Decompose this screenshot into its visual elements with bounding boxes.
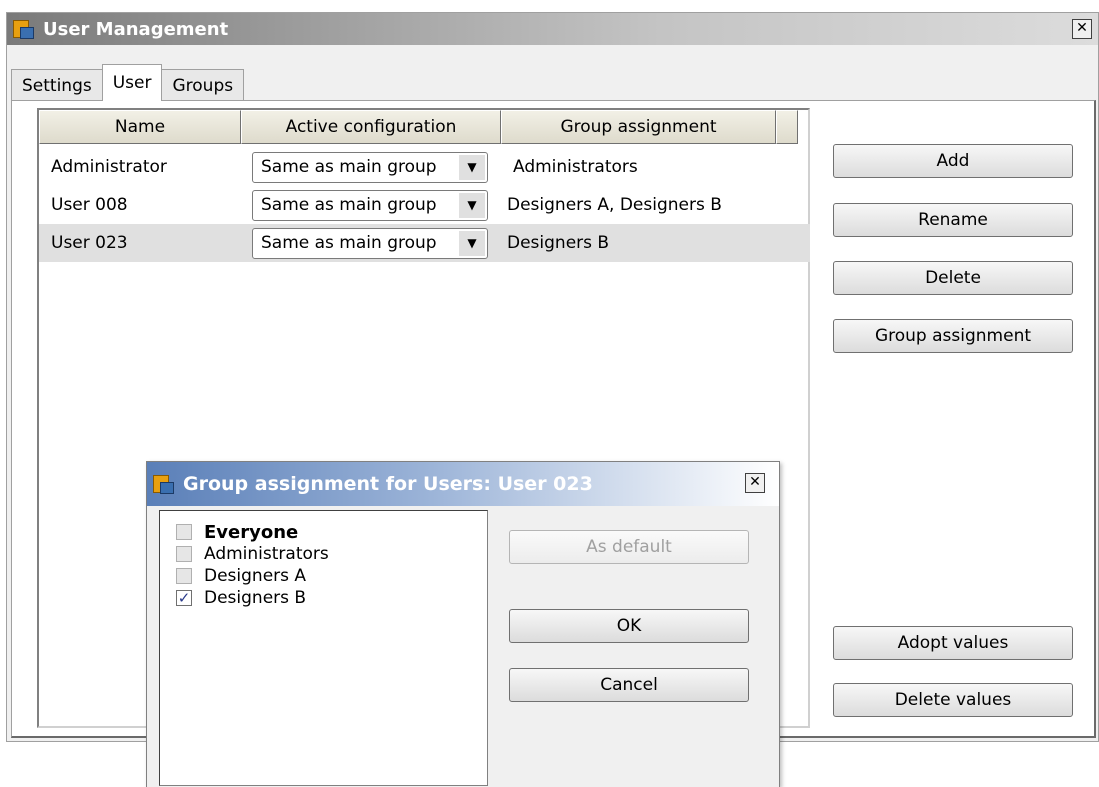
- user-management-app-icon: [13, 18, 35, 40]
- tab-user[interactable]: User: [101, 64, 163, 101]
- delete-values-button[interactable]: Delete values: [833, 683, 1073, 717]
- group-label: Designers A: [204, 566, 307, 586]
- checkbox-everyone[interactable]: [176, 524, 192, 540]
- group-assignment-dialog: Group assignment for Users: User 023 ✕ E…: [146, 461, 780, 787]
- window-title: User Management: [43, 18, 229, 40]
- close-dialog-button[interactable]: ✕: [745, 473, 765, 493]
- checkbox-designers-b[interactable]: ✓: [176, 590, 192, 606]
- active-configuration-dropdown[interactable]: Same as main group ▼: [252, 151, 488, 183]
- group-option-everyone[interactable]: Everyone: [176, 521, 298, 543]
- group-assignment-button[interactable]: Group assignment: [833, 319, 1073, 353]
- adopt-values-button[interactable]: Adopt values: [833, 626, 1073, 660]
- dialog-title: Group assignment for Users: User 023: [183, 473, 593, 495]
- add-button[interactable]: Add: [833, 144, 1073, 178]
- group-label: Everyone: [204, 521, 299, 543]
- close-window-button[interactable]: ✕: [1072, 19, 1092, 39]
- dropdown-arrow-icon[interactable]: ▼: [459, 154, 485, 180]
- dropdown-value: Same as main group: [261, 195, 437, 215]
- group-label: Designers B: [204, 588, 307, 608]
- column-header-active-configuration[interactable]: Active configuration: [241, 110, 501, 144]
- table-row[interactable]: User 008 Same as main group ▼ Designers …: [39, 186, 810, 224]
- rename-button[interactable]: Rename: [833, 203, 1073, 237]
- column-header-spacer: [776, 110, 798, 144]
- row-name: User 008: [51, 195, 128, 215]
- dropdown-arrow-icon[interactable]: ▼: [459, 230, 485, 256]
- table-header: Name Active configuration Group assignme…: [39, 110, 798, 144]
- checkbox-administrators[interactable]: [176, 546, 192, 562]
- cancel-button[interactable]: Cancel: [509, 668, 749, 702]
- row-groups: Designers B: [507, 233, 610, 253]
- active-configuration-dropdown[interactable]: Same as main group ▼: [252, 227, 488, 259]
- window-titlebar[interactable]: User Management ✕: [7, 13, 1098, 45]
- user-management-app-icon: [153, 473, 175, 495]
- tab-settings[interactable]: Settings: [11, 69, 103, 101]
- checkbox-designers-a[interactable]: [176, 568, 192, 584]
- table-row-selected[interactable]: User 023 Same as main group ▼ Designers …: [39, 224, 810, 262]
- group-label: Administrators: [204, 544, 329, 564]
- column-header-group-assignment[interactable]: Group assignment: [501, 110, 776, 144]
- row-name: Administrator: [51, 157, 167, 177]
- check-mark-icon: ✓: [177, 589, 191, 607]
- row-groups: Administrators: [513, 157, 638, 177]
- dropdown-arrow-icon[interactable]: ▼: [459, 192, 485, 218]
- column-header-name[interactable]: Name: [39, 110, 241, 144]
- as-default-button: As default: [509, 530, 749, 564]
- group-option-designers-b[interactable]: ✓ Designers B: [176, 587, 306, 609]
- ok-button[interactable]: OK: [509, 609, 749, 643]
- row-groups: Designers A, Designers B: [507, 195, 722, 215]
- group-list: Everyone Administrators Designers A ✓ De…: [159, 510, 488, 786]
- table-row[interactable]: Administrator Same as main group ▼ Admin…: [39, 148, 810, 186]
- group-option-administrators[interactable]: Administrators: [176, 543, 329, 565]
- dropdown-value: Same as main group: [261, 157, 437, 177]
- active-configuration-dropdown[interactable]: Same as main group ▼: [252, 189, 488, 221]
- dropdown-value: Same as main group: [261, 233, 437, 253]
- row-name: User 023: [51, 233, 128, 253]
- delete-button[interactable]: Delete: [833, 261, 1073, 295]
- group-option-designers-a[interactable]: Designers A: [176, 565, 306, 587]
- tab-groups[interactable]: Groups: [161, 69, 245, 101]
- tab-strip: Settings User Groups: [11, 64, 245, 101]
- dialog-titlebar[interactable]: Group assignment for Users: User 023 ✕: [147, 462, 779, 506]
